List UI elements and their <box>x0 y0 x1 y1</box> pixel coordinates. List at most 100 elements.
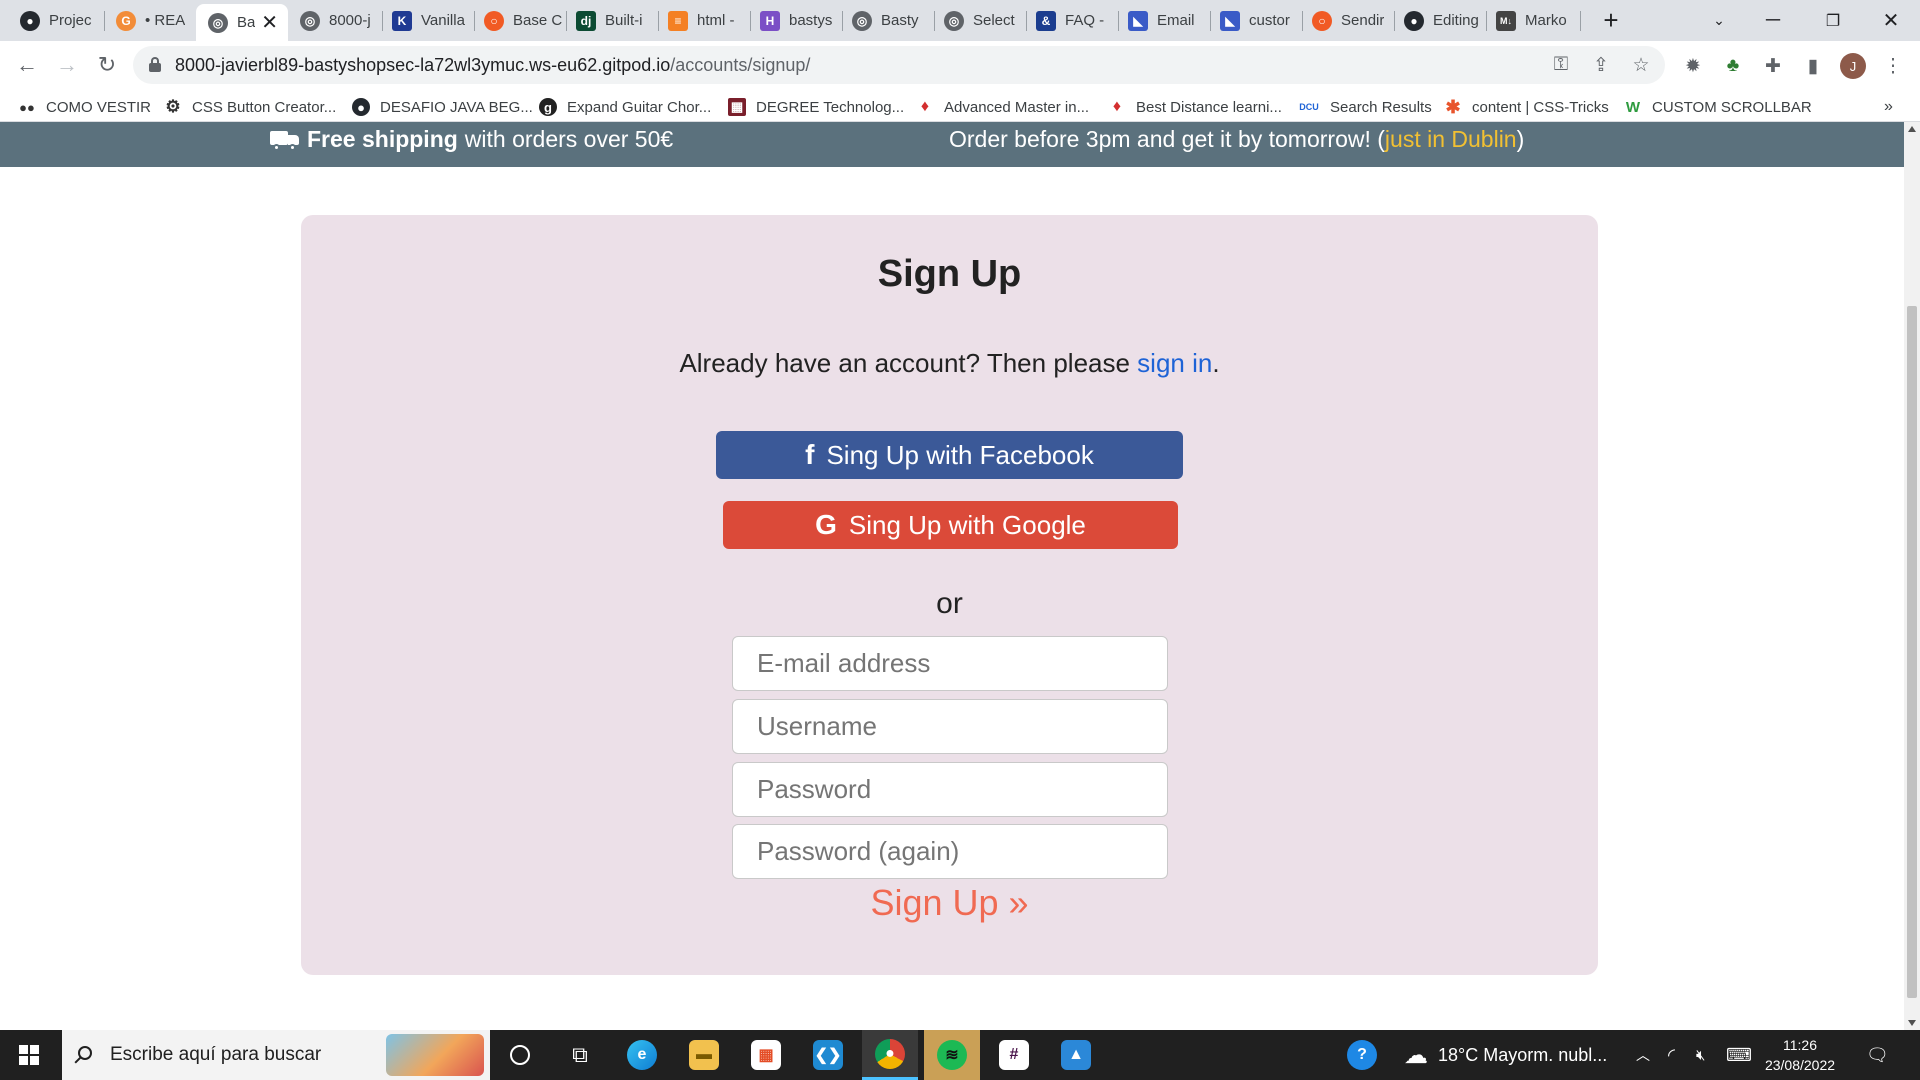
dev-icon: ◣ <box>1128 10 1148 31</box>
bookmark-item[interactable]: ✱ content | CSS-Tricks <box>1444 96 1608 118</box>
free-shipping-label: Free shipping <box>307 126 458 152</box>
bookmark-item[interactable]: W CUSTOM SCROLLBAR <box>1624 96 1812 118</box>
close-window-icon[interactable]: ✕ <box>1868 0 1914 41</box>
weather-widget[interactable]: ☁ 18°C Mayorm. nubl... <box>1404 1030 1607 1080</box>
username-field[interactable]: Username <box>732 699 1168 754</box>
scroll-down-arrow-icon[interactable] <box>1908 1020 1916 1026</box>
tab-9[interactable]: ◎ Basty <box>840 4 932 37</box>
scrollbar-thumb[interactable] <box>1907 306 1917 998</box>
back-arrow-icon[interactable]: ← <box>11 49 43 81</box>
file-explorer-icon[interactable]: ▬ <box>676 1030 732 1080</box>
search-highlight-image <box>386 1034 484 1076</box>
gear-icon: ⚙ <box>165 97 181 116</box>
taskbar-search-input[interactable]: Escribe aquí para buscar <box>62 1030 490 1080</box>
bookmark-item[interactable]: ●● COMO VESTIR <box>18 96 151 118</box>
bookmark-item[interactable]: DCU Search Results <box>1298 96 1431 118</box>
tab-12[interactable]: ◣ Email <box>1116 4 1208 37</box>
bookmark-item[interactable]: ♦ Advanced Master in... <box>916 96 1089 118</box>
reload-icon[interactable]: ↻ <box>91 49 123 81</box>
bookmark-item[interactable]: ● DESAFIO JAVA BEG... <box>352 96 533 118</box>
scroll-up-arrow-icon[interactable] <box>1908 126 1916 132</box>
new-tab-button[interactable]: + <box>1588 0 1634 41</box>
forward-arrow-icon[interactable]: → <box>51 49 83 81</box>
h-icon: H <box>760 10 780 31</box>
tab-3[interactable]: ◎ 8000-j <box>288 4 380 37</box>
tab-0[interactable]: ● Projec <box>8 4 100 37</box>
search-icon <box>78 1046 92 1060</box>
tab-5[interactable]: ○ Base C <box>472 4 564 37</box>
facebook-signup-button[interactable]: f Sing Up with Facebook <box>716 431 1183 479</box>
tab-15[interactable]: ● Editing <box>1392 4 1484 37</box>
tab-2-active[interactable]: ◎ Ba ✕ <box>196 4 288 41</box>
email-field[interactable]: E-mail address <box>732 636 1168 691</box>
profile-avatar[interactable]: J <box>1840 53 1866 79</box>
windows-start-icon[interactable] <box>19 1045 39 1065</box>
menu-kebab-icon[interactable]: ⋮ <box>1880 53 1906 79</box>
cortana-icon[interactable] <box>492 1030 548 1080</box>
bookmark-item[interactable]: ♦ Best Distance learni... <box>1108 96 1282 118</box>
url-host: 8000-javierbl89-bastyshopsec-la72wl3ymuc… <box>175 54 671 75</box>
tab-1[interactable]: G • REA <box>104 4 196 37</box>
bookmark-star-icon[interactable]: ☆ <box>1630 54 1652 76</box>
system-clock[interactable]: 11:26 23/08/2022 <box>1764 1035 1836 1075</box>
circle-icon: ○ <box>484 10 504 31</box>
tab-search-icon[interactable]: ⌄ <box>1696 0 1742 41</box>
tab-7[interactable]: ≡ html - <box>656 4 748 37</box>
dev-icon: ◣ <box>1220 10 1240 31</box>
tray-chevron-icon[interactable]: ︿ <box>1636 1030 1650 1080</box>
extensions-puzzle-icon[interactable]: ✚ <box>1760 53 1786 79</box>
wifi-icon[interactable]: ◜ <box>1668 1030 1675 1080</box>
markdown-icon: M↓ <box>1496 10 1516 31</box>
signup-submit-button[interactable]: Sign Up » <box>301 882 1598 924</box>
dcu-icon: DCU <box>1299 102 1319 112</box>
tab-6[interactable]: dj Built-i <box>564 4 656 37</box>
store-icon[interactable]: ▦ <box>738 1030 794 1080</box>
tab-16[interactable]: M↓ Marko <box>1484 4 1576 37</box>
volume-icon[interactable]: 🔇︎ <box>1696 1030 1705 1080</box>
address-bar[interactable]: 8000-javierbl89-bastyshopsec-la72wl3ymuc… <box>133 46 1665 84</box>
tab-13[interactable]: ◣ custor <box>1208 4 1300 37</box>
bookmark-item[interactable]: g Expand Guitar Chor... <box>539 96 711 118</box>
keyboard-icon[interactable]: ⌨ <box>1726 1030 1752 1080</box>
edge-icon[interactable]: e <box>614 1030 670 1080</box>
tab-8[interactable]: Hbastys <box>748 4 840 37</box>
tab-11[interactable]: & FAQ - <box>1024 4 1116 37</box>
bookmarks-overflow-button[interactable]: » <box>1884 96 1893 118</box>
minimize-icon[interactable]: ─ <box>1750 0 1796 41</box>
tab-10[interactable]: ◎ Select <box>932 4 1024 37</box>
close-tab-icon[interactable]: ✕ <box>261 10 278 35</box>
windows-taskbar: Escribe aquí para buscar ⧉ e ▬ ▦ ❮❯ ● ≋ … <box>0 1030 1920 1080</box>
signin-link[interactable]: sign in <box>1137 348 1212 378</box>
key-icon[interactable]: ⚿ <box>1550 54 1572 76</box>
task-view-icon[interactable]: ⧉ <box>552 1030 608 1080</box>
password-confirm-field[interactable]: Password (again) <box>732 824 1168 879</box>
google-signup-button[interactable]: G Sing Up with Google <box>723 501 1178 549</box>
side-panel-icon[interactable]: ▮ <box>1800 53 1826 79</box>
bookmark-item[interactable]: ▦ DEGREE Technolog... <box>728 96 904 118</box>
bug-extension-icon[interactable]: ✹ <box>1680 53 1706 79</box>
html-extension-icon[interactable]: ♣ <box>1720 53 1746 79</box>
github-icon: ● <box>352 98 370 116</box>
tab-strip: ● Projec G • REA ◎ Ba ✕ ◎ 8000-j K Vanilla ○ B… <box>0 0 1920 41</box>
spotify-icon[interactable]: ≋ <box>924 1030 980 1080</box>
tab-4[interactable]: K Vanilla <box>380 4 472 37</box>
page-scrollbar[interactable] <box>1904 122 1920 1030</box>
bookmark-item[interactable]: ⚙ CSS Button Creator... <box>164 96 336 118</box>
help-icon[interactable]: ? <box>1334 1030 1390 1080</box>
facebook-icon: f <box>805 439 815 470</box>
tab-14[interactable]: ○ Sendir <box>1300 4 1392 37</box>
django-icon: dj <box>576 10 596 31</box>
share-icon[interactable]: ⇪ <box>1590 54 1612 76</box>
photos-icon[interactable]: ▲ <box>1048 1030 1104 1080</box>
notifications-icon[interactable]: 🗨︎ <box>1866 1030 1889 1080</box>
globe-icon: ◎ <box>300 10 320 31</box>
chrome-icon[interactable]: ● <box>862 1030 918 1080</box>
slack-icon[interactable]: # <box>986 1030 1042 1080</box>
cloud-icon: ☁ <box>1404 1041 1428 1069</box>
restore-icon[interactable]: ❐ <box>1810 0 1856 41</box>
github-icon: ● <box>1404 10 1424 31</box>
lock-icon[interactable] <box>149 57 161 72</box>
vscode-icon[interactable]: ❮❯ <box>800 1030 856 1080</box>
password-field[interactable]: Password <box>732 762 1168 817</box>
google-signup-label: Sing Up with Google <box>848 509 1086 540</box>
